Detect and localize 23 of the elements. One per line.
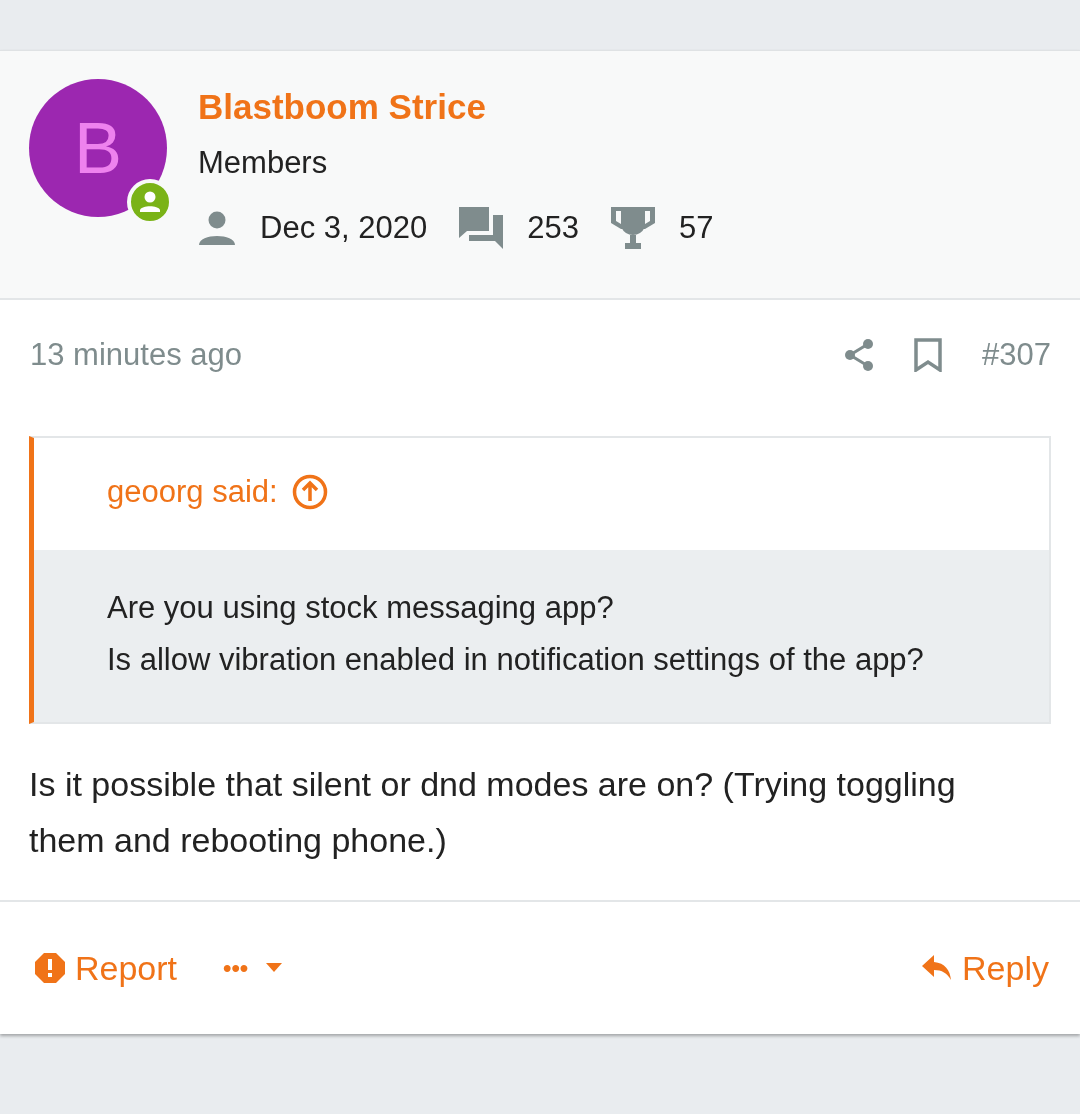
trophy-icon [610,207,655,249]
quote-attribution[interactable]: geoorg said: [107,474,278,510]
message-count: 253 [527,210,579,246]
reply-icon [922,955,953,981]
post-body: Is it possible that silent or dnd modes are on? (Trying toggling them and rebooting phone.) [28,764,957,861]
share-icon[interactable] [844,339,875,371]
person-icon [198,211,236,245]
user-role: Members [198,145,329,181]
warning-icon [35,953,65,983]
post-number[interactable]: #307 [982,337,1051,373]
joined-date: Dec 3, 2020 [260,210,428,246]
report-button[interactable]: Report [35,948,178,988]
arrow-up-circle-icon[interactable] [291,474,328,510]
messages-icon [459,207,504,249]
more-options-button[interactable]: ••• [223,954,283,982]
bookmark-icon[interactable] [914,338,943,372]
points-count: 57 [678,210,714,246]
caret-icon [266,963,283,973]
quote-text: Are you using stock messaging app? [107,589,615,627]
reply-button[interactable]: Reply [922,948,1049,988]
quote-text: Is allow vibration enabled in notification settings of the app? [107,641,925,679]
author-name[interactable]: Blastboom Strice [198,87,746,127]
post-time[interactable]: 13 minutes ago [30,337,845,373]
